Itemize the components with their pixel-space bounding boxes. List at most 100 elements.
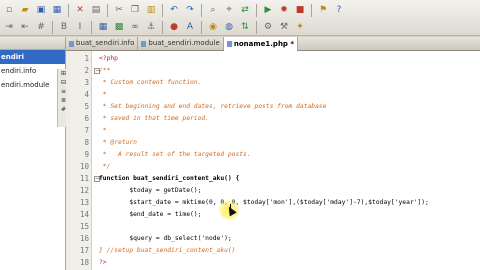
code-text: /** [99, 67, 111, 74]
code-text: * A result set of the targeted posts. [99, 151, 251, 158]
save-icon[interactable]: ▣ [34, 3, 48, 17]
copy-icon[interactable]: ❐ [128, 3, 142, 17]
toolbar-separator [256, 3, 257, 17]
line-number: 6 [84, 114, 89, 123]
comment-icon[interactable]: # [34, 20, 48, 34]
browser-icon[interactable]: ◍ [222, 20, 236, 34]
toolbar-separator [107, 3, 108, 17]
editor-tab[interactable]: noname1.php * [223, 37, 299, 51]
run-icon[interactable]: ▶ [261, 3, 275, 17]
code-line: 2−/** [70, 65, 480, 77]
file-icon [69, 40, 74, 47]
tab-label: buat_sendiri.module [148, 39, 220, 47]
find-icon[interactable]: ⌕ [206, 3, 220, 17]
line-number: 2 [84, 66, 89, 75]
save-all-icon[interactable]: ▦ [50, 3, 64, 17]
toolbar-separator [201, 20, 202, 34]
line-number: 4 [84, 90, 89, 99]
open-folder-icon[interactable]: ▰ [18, 3, 32, 17]
editor-tab[interactable]: buat_sendiri.module [138, 37, 224, 50]
line-number: 16 [79, 234, 89, 243]
line-number: 13 [79, 198, 89, 207]
toolbar-separator [201, 3, 202, 17]
help-icon[interactable]: ? [332, 3, 346, 17]
line-number: 3 [84, 78, 89, 87]
preview-icon[interactable]: ◉ [206, 20, 220, 34]
code-text: * [99, 127, 107, 134]
code-line: 3 * Custom content function. [70, 77, 480, 89]
plugin-icon[interactable]: ✦ [293, 20, 307, 34]
code-line: 1 <?php [70, 53, 480, 65]
code-line: 10 */ [70, 161, 480, 173]
line-number: 7 [84, 126, 89, 135]
code-text: <?php [99, 55, 118, 62]
cut-icon[interactable]: ✂ [112, 3, 126, 17]
code-line: 18 ?> [70, 257, 480, 269]
main-toolbar: ▫ ▰ ▣ ▦ ✕ ▤ ✂ ❐ ▥ ↶ ↷ ⌕ ⌖ ⇄ ▶ ✹ ■ ⚑? ⇥ ⇤ # B I ▦ ▩ ∞ ⚓ ● A ◉ ◍ ⇅ ⚙ ⚒ ✦ [0, 0, 480, 36]
project-tree-item[interactable]: endiri.info [0, 64, 65, 78]
code-text: * Set beginning and end dates, retrieve … [99, 103, 327, 110]
code-line: 12 $today = getDate(); [70, 185, 480, 197]
editor-tab[interactable]: buat_sendiri.info [66, 37, 139, 50]
line-number: 1 [84, 54, 89, 63]
line-number: 14 [79, 210, 89, 219]
toolbar-separator [256, 20, 257, 34]
redo-icon[interactable]: ↷ [183, 3, 197, 17]
image-icon[interactable]: ▩ [112, 20, 126, 34]
tools-icon[interactable]: ⚒ [277, 20, 291, 34]
debug-icon[interactable]: ✹ [277, 3, 291, 17]
code-text: * saved in that time period. [99, 115, 209, 122]
line-number: 17 [79, 246, 89, 255]
undo-icon[interactable]: ↶ [167, 3, 181, 17]
project-tree-item[interactable]: endiri.module [0, 78, 65, 92]
line-number: 9 [84, 150, 89, 159]
file-icon [226, 41, 232, 47]
anchor-icon[interactable]: ⚓ [144, 20, 158, 34]
code-text: * [99, 91, 107, 98]
code-line: 6 * saved in that time period. [70, 113, 480, 125]
line-number: 11 [79, 174, 89, 183]
toolbar-separator [162, 20, 163, 34]
code-line: 16 $query = db_select('node'); [70, 233, 480, 245]
stop-icon[interactable]: ■ [293, 3, 307, 17]
file-icon [141, 40, 147, 47]
toolbar-separator [162, 3, 163, 17]
code-text: * @return [99, 139, 137, 146]
italic-icon[interactable]: I [73, 20, 87, 34]
replace-icon[interactable]: ⇄ [238, 3, 252, 17]
new-file-icon[interactable]: ▫ [2, 3, 16, 17]
ftp-icon[interactable]: ⇅ [238, 20, 252, 34]
code-text: */ [99, 163, 111, 170]
code-text: } //setup buat_sendiri_content_aku() [99, 247, 236, 254]
font-icon[interactable]: A [183, 20, 197, 34]
line-number: 10 [79, 162, 89, 171]
code-line: 15 [70, 221, 480, 233]
code-line: 7 * [70, 125, 480, 137]
find-next-icon[interactable]: ⌖ [222, 3, 236, 17]
outdent-icon[interactable]: ⇤ [18, 20, 32, 34]
editor-tab-bar: buat_sendiri.info buat_sendiri.module nona… [66, 37, 480, 51]
line-number: 12 [79, 186, 89, 195]
code-line: 13 $start_date = mktime(0, 0, 0, $today[… [70, 197, 480, 209]
indent-icon[interactable]: ⇥ [2, 20, 16, 34]
code-text: * Custom content function. [99, 79, 202, 86]
link-icon[interactable]: ∞ [128, 20, 142, 34]
code-editor[interactable]: 1 <?php 2−/** 3 * Custom content function. 4… [70, 51, 480, 270]
toolbar-separator [52, 20, 53, 34]
bold-icon[interactable]: B [57, 20, 71, 34]
settings-icon[interactable]: ⚙ [261, 20, 275, 34]
toolbar-separator [311, 3, 312, 17]
line-number: 5 [84, 102, 89, 111]
print-icon[interactable]: ▤ [89, 3, 103, 17]
color-icon[interactable]: ● [167, 20, 181, 34]
toolbar-row-1: ▫ ▰ ▣ ▦ ✕ ▤ ✂ ❐ ▥ ↶ ↷ ⌕ ⌖ ⇄ ▶ ✹ ■ ⚑? [2, 2, 346, 18]
toolbar-row-2: ⇥ ⇤ # B I ▦ ▩ ∞ ⚓ ● A ◉ ◍ ⇅ ⚙ ⚒ ✦ [2, 19, 307, 35]
bookmark-icon[interactable]: ⚑ [316, 3, 330, 17]
close-icon[interactable]: ✕ [73, 3, 87, 17]
project-tree-item[interactable]: endiri [0, 50, 65, 64]
code-line: 4 * [70, 89, 480, 101]
tab-label: noname1.php * [233, 39, 295, 48]
table-icon[interactable]: ▦ [96, 20, 110, 34]
paste-icon[interactable]: ▥ [144, 3, 158, 17]
code-line: 14 $end_date = time(); [70, 209, 480, 221]
